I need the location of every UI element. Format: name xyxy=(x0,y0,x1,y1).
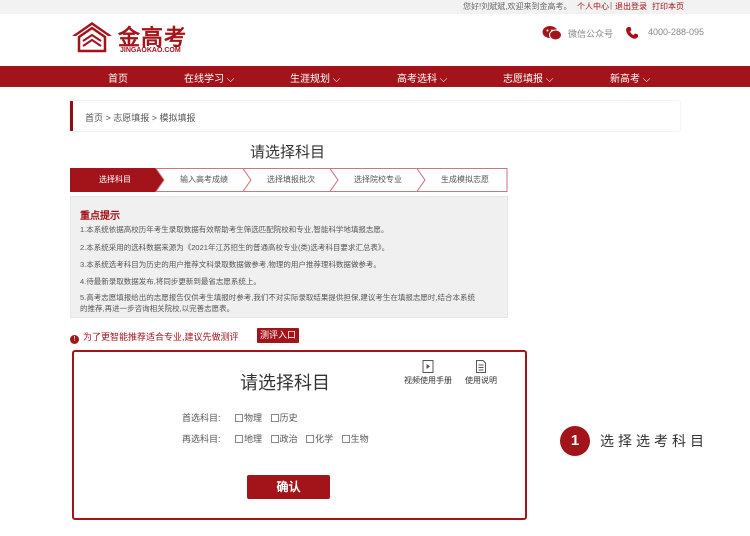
notice-line: 1.本系统依据高校历年考生录取数据有效帮助考生筛选匹配院校和专业,智能科学地填报… xyxy=(80,225,389,234)
option-label: 地理 xyxy=(244,434,263,444)
document-icon xyxy=(476,360,486,373)
video-manual-button[interactable]: 视频使用手册 xyxy=(404,360,452,386)
user-center-link[interactable]: 个人中心 xyxy=(577,1,609,12)
main-nav: 首页 在线学习 ⌵ 生涯规划 ⌵ 高考选科 ⌵ 志愿填报 ⌵ 新高考 ⌵ xyxy=(0,66,750,87)
step-number-badge: 1 xyxy=(560,426,590,456)
nav-item-online-learning[interactable]: 在线学习 ⌵ xyxy=(184,70,234,85)
nav-item-home[interactable]: 首页 xyxy=(108,70,128,85)
logo-mark-icon xyxy=(72,22,112,53)
assessment-entry-button[interactable]: 测评入口 xyxy=(257,328,299,343)
print-link[interactable]: 打印本页 xyxy=(652,1,684,12)
notice-line: 2.本系统采用的选科数据来源为《2021年江苏招生的普通高校专业(类)选考科目要… xyxy=(80,243,390,252)
notice-heading: 重点提示 xyxy=(80,211,120,222)
option-chemistry[interactable]: 化学 xyxy=(306,434,333,444)
assessment-tip: ! 为了更智能推荐适合专业,建议先做测评 xyxy=(70,330,239,344)
nav-item-new-gaokao[interactable]: 新高考 ⌵ xyxy=(610,70,650,85)
notice-line: 4.待最新录取数据发布,将同步更新到最省志愿系统上。 xyxy=(80,277,261,286)
confirm-button[interactable]: 确认 xyxy=(247,475,330,499)
step-2: 输入高考成绩 xyxy=(180,175,228,184)
second-subject-row: 再选科目: 地理 政治 化学 生物 xyxy=(182,432,375,445)
option-label: 政治 xyxy=(279,434,298,444)
tip-text: 为了更智能推荐适合专业,建议先做测评 xyxy=(83,332,239,342)
breadcrumb-text: 首页 > 志愿填报 > 模拟填报 xyxy=(85,113,196,123)
checkbox[interactable] xyxy=(341,435,350,443)
help-label: 使用说明 xyxy=(465,376,497,385)
checkbox[interactable] xyxy=(235,435,244,443)
option-history[interactable]: 历史 xyxy=(270,413,298,423)
option-label: 历史 xyxy=(279,413,298,423)
first-subject-row: 首选科目: 物理 历史 xyxy=(182,411,304,424)
option-politics[interactable]: 政治 xyxy=(270,434,298,444)
option-label: 化学 xyxy=(315,434,334,444)
checkbox[interactable] xyxy=(270,435,279,443)
option-biology[interactable]: 生物 xyxy=(341,434,369,444)
checkbox[interactable] xyxy=(235,414,244,422)
topbar-separator: | xyxy=(610,1,613,10)
checkbox[interactable] xyxy=(306,435,315,443)
wechat-label[interactable]: 微信公众号 xyxy=(568,27,613,40)
first-subject-label: 首选科目: xyxy=(182,413,221,423)
annotation-text: 选择选考科目 xyxy=(600,433,708,449)
info-icon: ! xyxy=(70,335,79,344)
nav-item-subject-selection[interactable]: 高考选科 ⌵ xyxy=(397,70,447,85)
greeting-text: 您好!刘斌斌,欢迎来到金高考。 xyxy=(463,2,572,11)
logo-url: JINGAOKAO.COM xyxy=(120,47,181,54)
card-title: 请选择科目 xyxy=(240,373,330,393)
notice-line: 3.本系统选考科目为历史的用户推荐文科录取数据做参考,物理的用户推荐理科数据做参… xyxy=(80,260,381,269)
logout-link[interactable]: 退出登录 xyxy=(615,1,647,12)
page-title: 请选择科目 xyxy=(250,144,326,161)
help-button[interactable]: 使用说明 xyxy=(465,360,497,386)
option-label: 物理 xyxy=(244,413,263,423)
breadcrumb: 首页 > 志愿填报 > 模拟填报 xyxy=(70,101,680,131)
option-geography[interactable]: 地理 xyxy=(235,434,262,444)
subject-selection-card: 请选择科目 视频使用手册 使用说明 首选科目: 物理 历史 再选科目: 地理 政… xyxy=(72,350,527,520)
nav-item-application[interactable]: 志愿填报 ⌵ xyxy=(503,70,553,85)
step-1: 选择科目 xyxy=(99,175,131,184)
second-subject-label: 再选科目: xyxy=(182,434,221,444)
notice-panel: 重点提示 1.本系统依据高校历年考生录取数据有效帮助考生筛选匹配院校和专业,智能… xyxy=(70,196,508,318)
top-bar: 您好!刘斌斌,欢迎来到金高考。 个人中心 | 退出登录 打印本页 xyxy=(0,0,750,14)
step-4: 选择院校专业 xyxy=(354,175,402,184)
phone-icon xyxy=(626,27,638,39)
nav-item-career-planning[interactable]: 生涯规划 ⌵ xyxy=(290,70,340,85)
checkbox[interactable] xyxy=(270,414,279,422)
video-manual-label: 视频使用手册 xyxy=(404,376,452,385)
step-progress: 选择科目 输入高考成绩 选择填报批次 选择院校专业 生成模拟志愿 xyxy=(70,168,508,192)
notice-line: 的推荐,再进一步咨询相关院校,以完善志愿表。 xyxy=(80,304,235,313)
option-label: 生物 xyxy=(350,434,369,444)
phone-number: 4000-288-095 xyxy=(648,27,705,37)
wechat-icon xyxy=(542,26,562,41)
notice-line: 5.高考志愿填报给出的志愿报告仅供考生填报时参考,我们不对实际录取结果提供担保,… xyxy=(80,293,476,302)
video-icon xyxy=(422,360,434,373)
step-5: 生成模拟志愿 xyxy=(441,175,489,184)
option-physics[interactable]: 物理 xyxy=(235,413,262,423)
step-3: 选择填报批次 xyxy=(267,175,315,184)
site-logo[interactable]: 金高考 JINGAOKAO.COM xyxy=(70,18,200,58)
